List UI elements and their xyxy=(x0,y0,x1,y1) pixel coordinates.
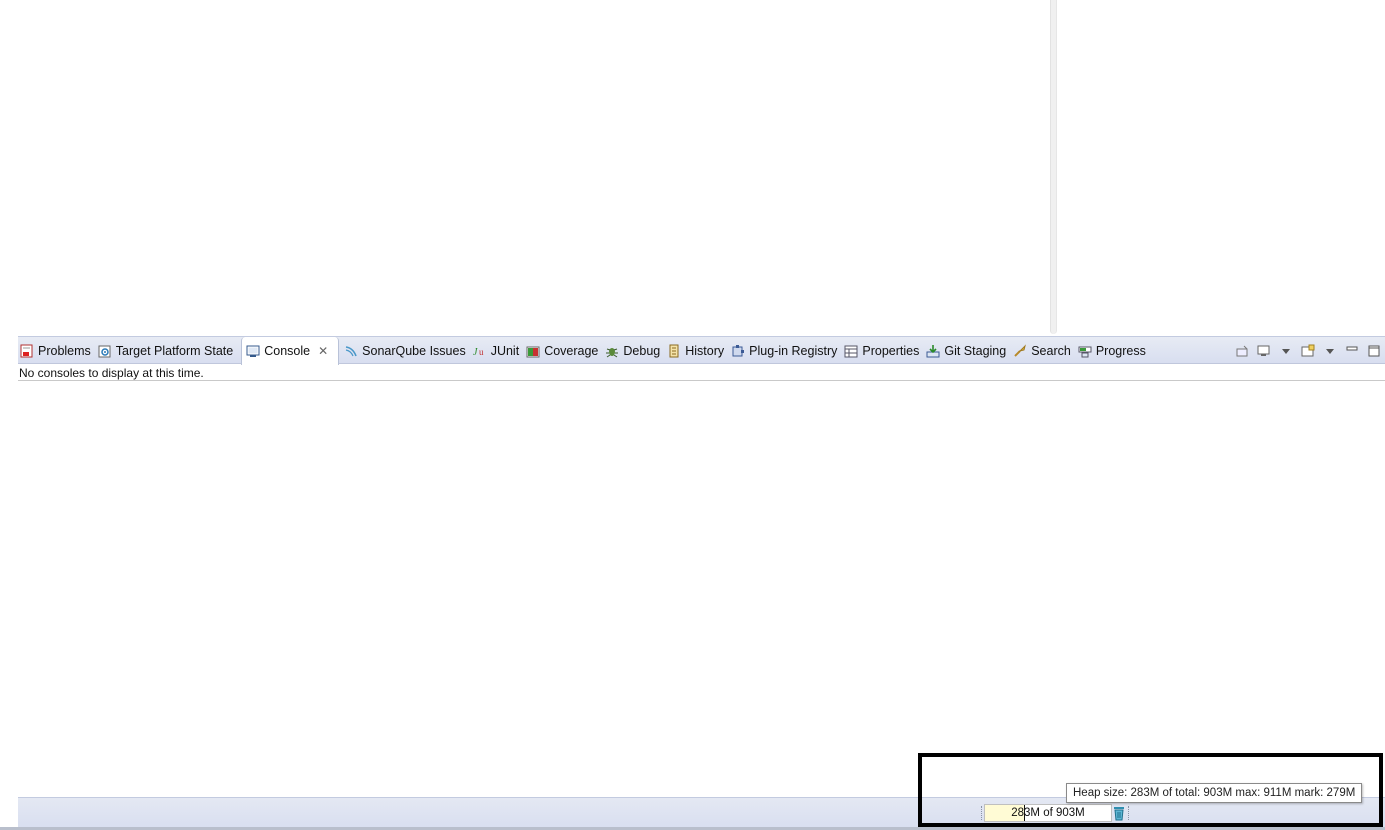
editor-area[interactable] xyxy=(0,0,1050,334)
sonarqube-icon xyxy=(344,344,358,358)
tab-history[interactable]: History xyxy=(665,338,729,365)
view-toolbar xyxy=(1233,337,1385,365)
tab-target-platform-state[interactable]: Target Platform State xyxy=(96,338,238,365)
git-staging-icon xyxy=(926,344,940,358)
tab-label: History xyxy=(685,344,725,358)
console-icon xyxy=(246,344,260,358)
tab-label: Problems xyxy=(38,344,91,358)
tab-junit[interactable]: Ju JUnit xyxy=(471,338,524,365)
status-trim-grip-right[interactable] xyxy=(1128,806,1131,820)
outline-view-area[interactable] xyxy=(1057,0,1385,334)
history-icon xyxy=(667,344,681,358)
run-garbage-collector-icon[interactable] xyxy=(1112,805,1126,821)
tab-label: SonarQube Issues xyxy=(362,344,466,358)
view-menu-icon[interactable] xyxy=(1321,342,1339,360)
tab-plugin-registry[interactable]: Plug-in Registry xyxy=(729,338,842,365)
tab-coverage[interactable]: Coverage xyxy=(524,338,603,365)
svg-text:u: u xyxy=(479,347,484,357)
progress-icon xyxy=(1078,344,1092,358)
close-icon[interactable]: ✕ xyxy=(318,345,328,357)
tab-search[interactable]: Search xyxy=(1011,338,1076,365)
vertical-sash[interactable] xyxy=(1050,0,1057,334)
junit-icon: Ju xyxy=(473,344,487,358)
tab-label: Progress xyxy=(1095,344,1146,358)
display-selected-console-icon[interactable] xyxy=(1255,342,1273,360)
svg-text:J: J xyxy=(473,347,478,358)
tab-debug[interactable]: Debug xyxy=(603,338,665,365)
tab-label: Target Platform State xyxy=(115,344,234,358)
debug-icon xyxy=(605,344,619,358)
heap-status[interactable]: 283M of 903M xyxy=(984,804,1112,822)
tab-label: Plug-in Registry xyxy=(749,344,838,358)
tab-label: Coverage xyxy=(544,344,599,358)
bottom-view-stack: Problems Target Platform State Console ✕ xyxy=(18,336,1385,796)
view-tabs: Problems Target Platform State Console ✕ xyxy=(18,337,1151,365)
tab-progress[interactable]: Progress xyxy=(1076,338,1151,365)
coverage-icon xyxy=(526,344,540,358)
heap-tooltip: Heap size: 283M of total: 903M max: 911M… xyxy=(1066,783,1363,803)
eclipse-workbench: Problems Target Platform State Console ✕ xyxy=(0,0,1385,830)
display-selected-console-dropdown-icon[interactable] xyxy=(1277,342,1295,360)
tab-properties[interactable]: Properties xyxy=(842,338,924,365)
tab-label: Git Staging xyxy=(944,344,1007,358)
open-console-icon[interactable] xyxy=(1299,342,1317,360)
target-platform-icon xyxy=(98,344,112,358)
tab-problems[interactable]: Problems xyxy=(18,338,96,365)
problems-icon xyxy=(20,344,34,358)
tab-label: Properties xyxy=(862,344,920,358)
search-icon xyxy=(1013,344,1027,358)
tab-sonarqube-issues[interactable]: SonarQube Issues xyxy=(342,338,471,365)
tab-console[interactable]: Console ✕ xyxy=(241,337,340,365)
plugin-registry-icon xyxy=(731,344,745,358)
tab-label: Debug xyxy=(623,344,661,358)
properties-icon xyxy=(844,344,858,358)
tab-label: Search xyxy=(1031,344,1071,358)
minimize-icon[interactable] xyxy=(1343,342,1361,360)
maximize-icon[interactable] xyxy=(1365,342,1383,360)
heap-status-label: 283M of 903M xyxy=(1011,807,1085,819)
pin-console-icon[interactable] xyxy=(1233,342,1251,360)
tab-git-staging[interactable]: Git Staging xyxy=(924,338,1011,365)
console-divider xyxy=(18,380,1385,381)
view-tab-bar: Problems Target Platform State Console ✕ xyxy=(18,336,1385,365)
tab-label: Console xyxy=(264,344,311,358)
tab-label: JUnit xyxy=(490,344,520,358)
